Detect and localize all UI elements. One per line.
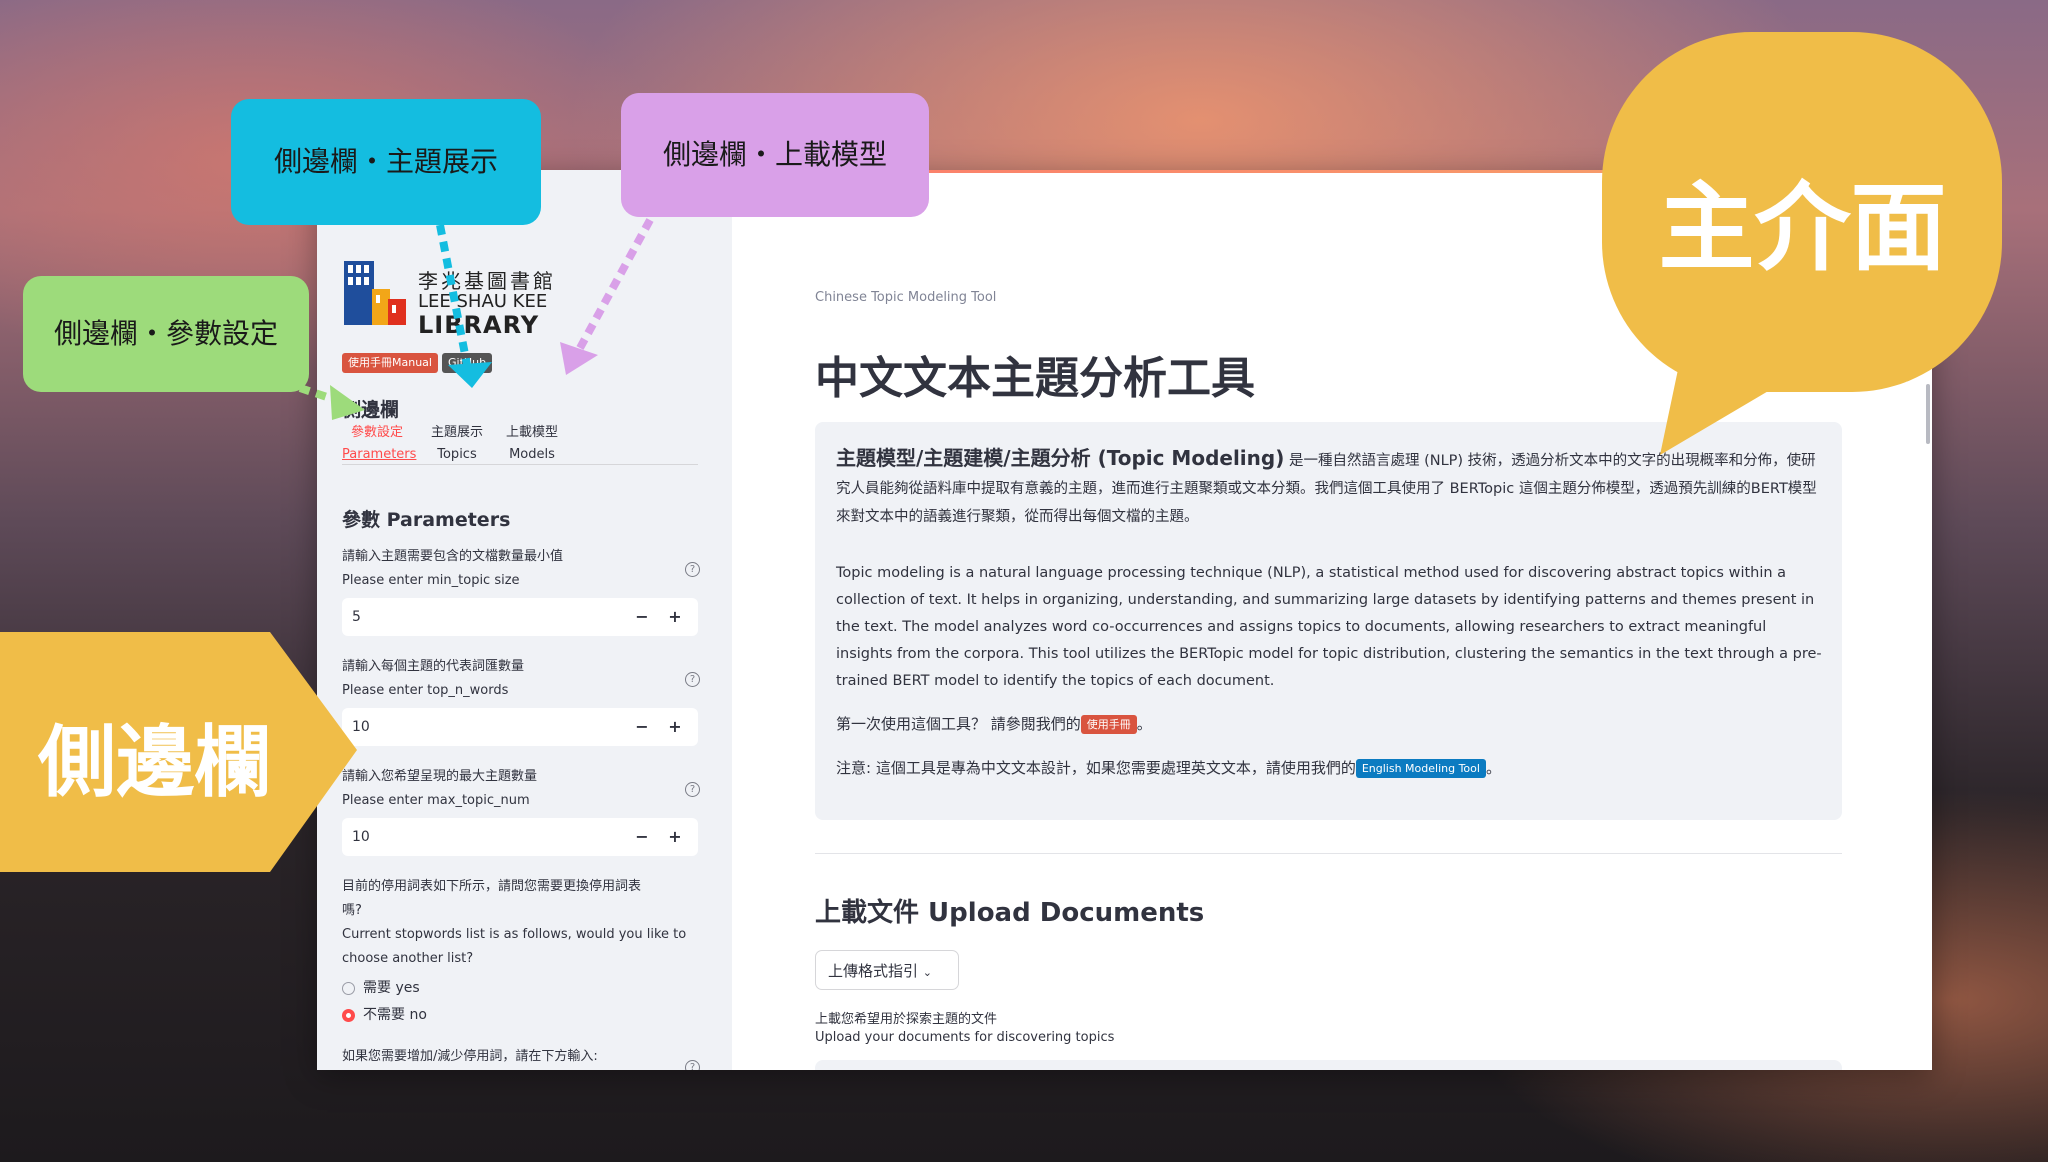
radio-no[interactable]: 不需要 no bbox=[342, 1003, 427, 1027]
main-ui-label: 主介面 bbox=[1658, 172, 1947, 284]
increment-button[interactable]: + bbox=[660, 708, 690, 746]
top-n-words-label: 請輸入每個主題的代表詞匯數量 Please enter top_n_words bbox=[342, 655, 524, 703]
decrement-button[interactable]: − bbox=[627, 708, 657, 746]
manual-link-badge[interactable]: 使用手冊 bbox=[1080, 715, 1137, 734]
upload-guide-expander[interactable]: 上傳格式指引 ⌄ bbox=[815, 950, 959, 990]
manual-badge[interactable]: 使用手冊Manual bbox=[342, 353, 438, 373]
min-topic-size-label-zh: 請輸入主題需要包含的文檔數量最小值 bbox=[342, 549, 564, 564]
tab-parameters-zh: 參數設定 bbox=[350, 425, 403, 440]
tab-topics-zh: 主題展示 bbox=[430, 425, 483, 440]
stopwords-question-zh-1: 目前的停用詞表如下所示，請問您需要更換停用詞表 bbox=[342, 879, 642, 894]
tab-parameters[interactable]: 參數設定 Parameters bbox=[342, 422, 417, 466]
stopwords-question-en-1: Current stopwords list is as follows, wo… bbox=[342, 927, 687, 942]
intro-box: 主題模型/主題建模/主題分析 (Topic Modeling) 是一種自然語言處… bbox=[815, 422, 1842, 820]
sidebar-pointer-label: 側邊欄 bbox=[37, 718, 272, 808]
file-dropzone[interactable] bbox=[815, 1060, 1842, 1070]
upload-label-zh: 上載您希望用於探索主題的文件 bbox=[815, 1012, 998, 1027]
max-topic-num-label-en: Please enter max_topic_num bbox=[342, 793, 530, 808]
tab-models-zh: 上載模型 bbox=[505, 425, 558, 440]
english-tool-note: 注意: 這個工具是專為中文文本設計，如果您需要處理英文文本，請使用我們的 Engl… bbox=[836, 756, 1501, 780]
library-logo-icon bbox=[344, 261, 406, 325]
first-time-suffix: 。 bbox=[1136, 715, 1152, 733]
stopwords-question: 目前的停用詞表如下所示，請問您需要更換停用詞表 嗎? Current stopw… bbox=[342, 875, 686, 971]
radio-yes[interactable]: 需要 yes bbox=[342, 976, 420, 1000]
tab-parameters-en: Parameters bbox=[342, 447, 417, 462]
note-suffix: 。 bbox=[1485, 759, 1501, 777]
min-topic-size-label: 請輸入主題需要包含的文檔數量最小值 Please enter min_topic… bbox=[342, 545, 563, 593]
tab-topics[interactable]: 主題展示 Topics bbox=[422, 422, 492, 466]
max-topic-num-label-zh: 請輸入您希望呈現的最大主題數量 bbox=[342, 769, 538, 784]
tab-models[interactable]: 上載模型 Models bbox=[497, 422, 567, 466]
callout-sidebar-params: 側邊欄・參數設定 bbox=[23, 276, 309, 392]
sidebar-tabs: 參數設定 Parameters 主題展示 Topics 上載模型 Models bbox=[342, 422, 698, 465]
english-tool-badge[interactable]: English Modeling Tool bbox=[1355, 759, 1486, 778]
radio-yes-circle[interactable] bbox=[342, 982, 355, 995]
app-caption: Chinese Topic Modeling Tool bbox=[815, 290, 997, 305]
note-text: 注意: 這個工具是專為中文文本設計，如果您需要處理英文文本，請使用我們的 bbox=[836, 759, 1356, 777]
increment-button[interactable]: + bbox=[660, 818, 690, 856]
intro-en-paragraph: Topic modeling is a natural language pro… bbox=[836, 565, 1822, 689]
top-n-words-label-en: Please enter top_n_words bbox=[342, 683, 509, 698]
chevron-down-icon: ⌄ bbox=[922, 966, 933, 979]
upload-heading: 上載文件 Upload Documents bbox=[815, 898, 1205, 928]
stopwords-question-zh-2: 嗎? bbox=[342, 903, 362, 918]
sidebar: 李兆基圖書館 LEE SHAU KEE LIBRARY 使用手冊Manual G… bbox=[317, 170, 732, 1070]
radio-no-circle[interactable] bbox=[342, 1009, 355, 1022]
max-topic-num-input[interactable]: 10 − + bbox=[342, 818, 698, 856]
decrement-button[interactable]: − bbox=[627, 598, 657, 636]
tab-topics-en: Topics bbox=[437, 447, 477, 462]
help-icon[interactable]: ? bbox=[685, 672, 700, 687]
logo-chinese-name: 李兆基圖書館 bbox=[418, 269, 556, 293]
library-logo[interactable]: 李兆基圖書館 LEE SHAU KEE LIBRARY bbox=[342, 255, 572, 339]
min-topic-size-input[interactable]: 5 − + bbox=[342, 598, 698, 636]
min-topic-size-label-en: Please enter min_topic size bbox=[342, 573, 520, 588]
decrement-button[interactable]: − bbox=[627, 818, 657, 856]
tab-models-en: Models bbox=[509, 447, 555, 462]
help-icon[interactable]: ? bbox=[685, 782, 700, 797]
radio-no-label: 不需要 no bbox=[363, 1007, 427, 1023]
logo-english-name: LEE SHAU KEE bbox=[418, 291, 548, 312]
parameters-heading: 參數 Parameters bbox=[342, 509, 511, 531]
top-n-words-input[interactable]: 10 − + bbox=[342, 708, 698, 746]
min-topic-size-value[interactable]: 5 bbox=[352, 598, 361, 636]
sidebar-title: 側邊欄 bbox=[342, 399, 400, 421]
help-icon[interactable]: ? bbox=[685, 562, 700, 577]
section-divider bbox=[815, 853, 1842, 854]
stopwords-question-en-2: choose another list? bbox=[342, 951, 474, 966]
top-n-words-label-zh: 請輸入每個主題的代表詞匯數量 bbox=[342, 659, 525, 674]
intro-bold-title: 主題模型/主題建模/主題分析 (Topic Modeling) bbox=[836, 446, 1285, 470]
callout-sidebar-topics: 側邊欄・主題展示 bbox=[231, 99, 541, 225]
first-time-text: 第一次使用這個工具？ 請參閱我們的 bbox=[836, 715, 1081, 733]
max-topic-num-label: 請輸入您希望呈現的最大主題數量 Please enter max_topic_n… bbox=[342, 765, 537, 813]
first-time-note: 第一次使用這個工具？ 請參閱我們的 使用手冊。 bbox=[836, 712, 1152, 736]
upload-label-en: Upload your documents for discovering to… bbox=[815, 1030, 1115, 1045]
add-stopwords-label: 如果您需要增加/減少停用詞，請在下方輸入: bbox=[342, 1049, 598, 1064]
upload-guide-label: 上傳格式指引 bbox=[828, 962, 919, 980]
radio-yes-label: 需要 yes bbox=[363, 980, 420, 996]
github-badge[interactable]: GitHub bbox=[442, 353, 493, 373]
page-title: 中文文本主題分析工具 bbox=[815, 353, 1255, 404]
callout-sidebar-models: 側邊欄・上載模型 bbox=[621, 93, 929, 217]
logo-library-word: LIBRARY bbox=[418, 311, 540, 339]
increment-button[interactable]: + bbox=[660, 598, 690, 636]
help-icon[interactable]: ? bbox=[685, 1060, 700, 1070]
